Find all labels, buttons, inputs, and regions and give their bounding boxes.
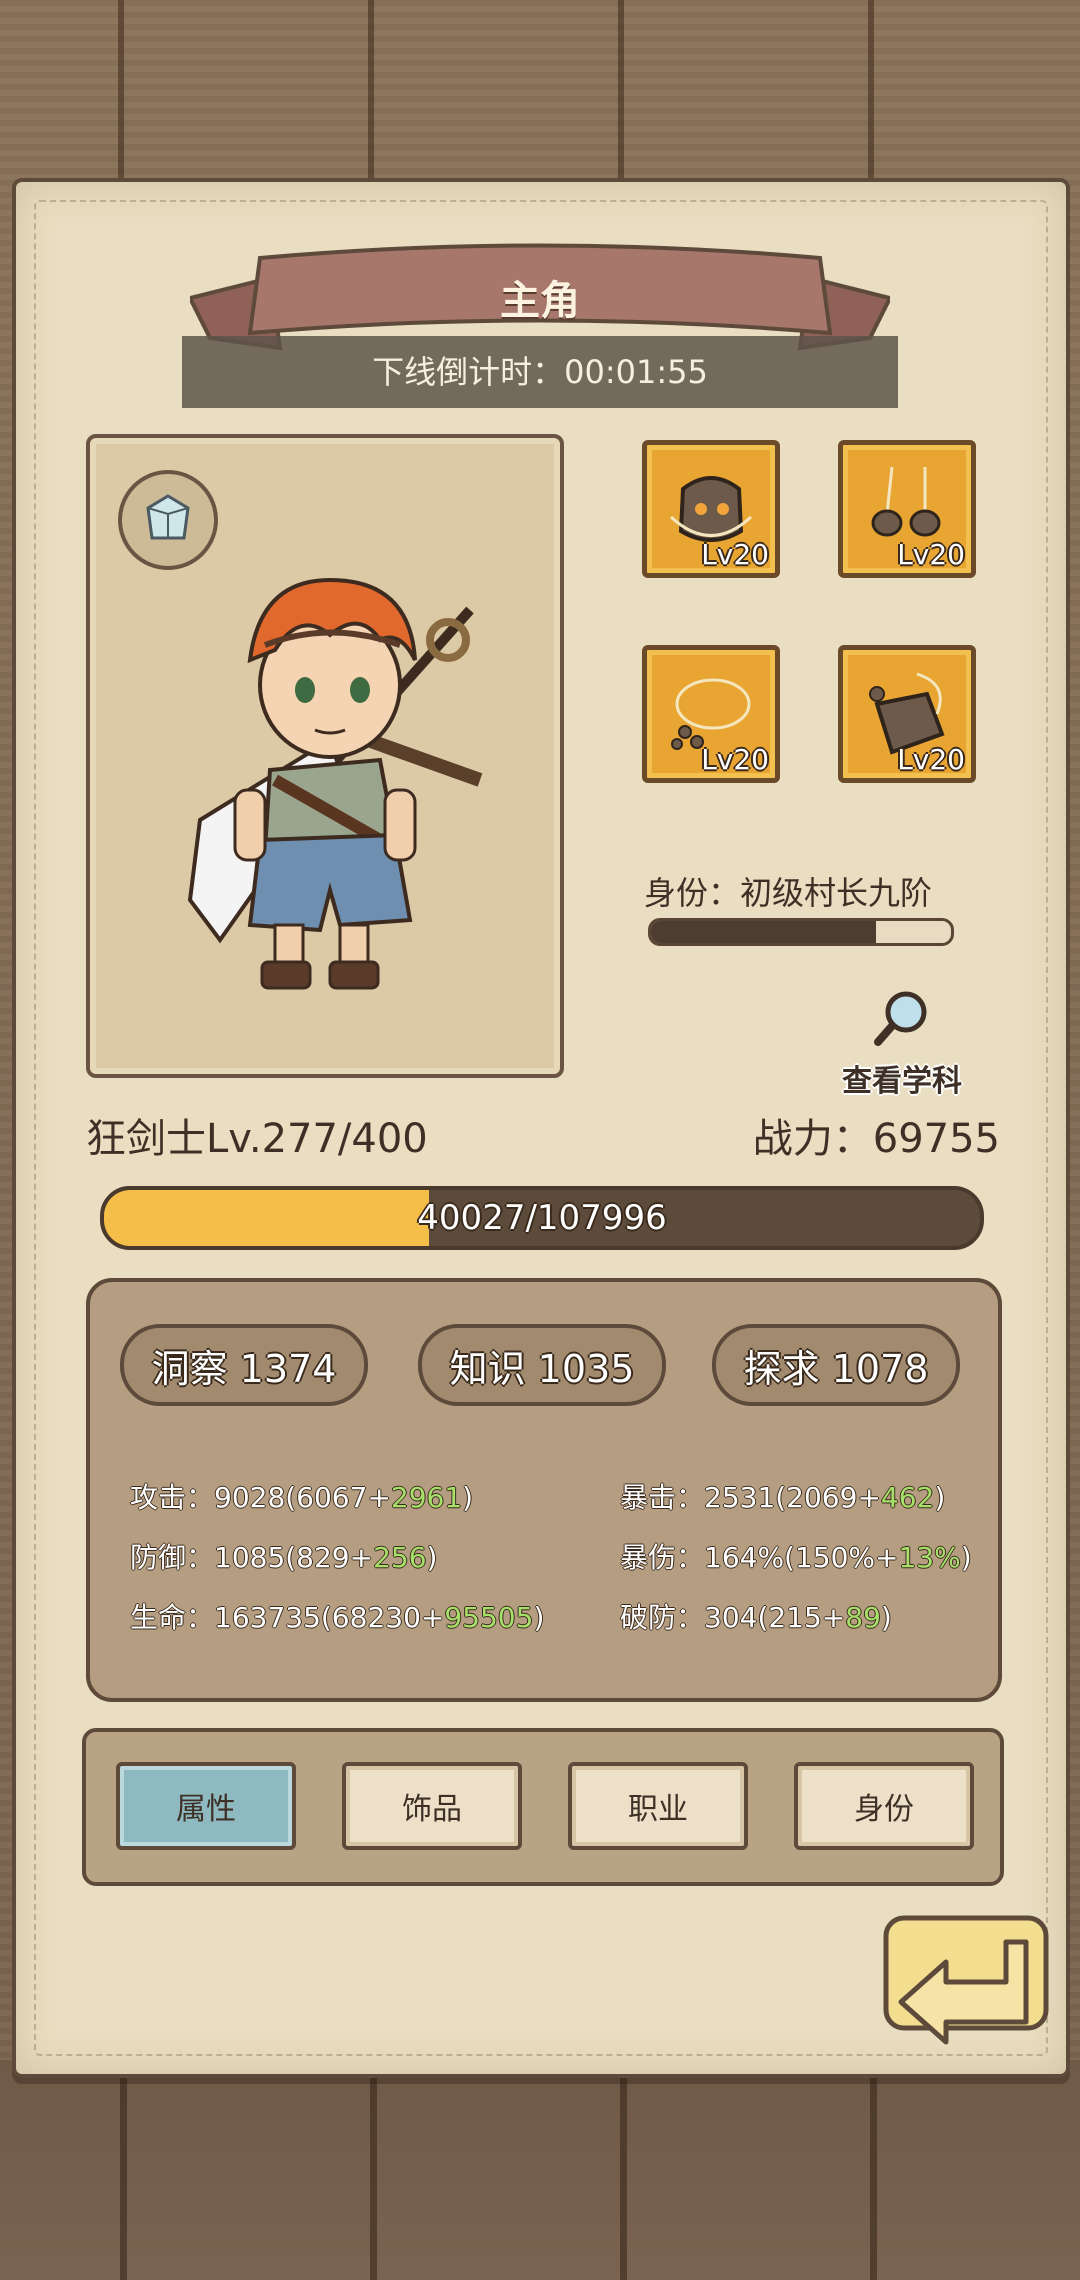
equip-slot-earring[interactable]: Lv20 <box>838 440 976 578</box>
back-button[interactable] <box>876 1912 1056 2076</box>
experience-text: 40027/107996 <box>417 1198 667 1238</box>
view-subject-label: 查看学科 <box>842 1064 962 1099</box>
knowledge-attribute: 知识 1035 <box>418 1324 666 1406</box>
tab-identity[interactable]: 身份 <box>794 1762 974 1850</box>
tab-accessories[interactable]: 饰品 <box>342 1762 522 1850</box>
insight-attribute: 洞察 1374 <box>120 1324 368 1406</box>
stat-attack: 攻击：9028(6067+2961) <box>130 1481 474 1514</box>
tab-attributes[interactable]: 属性 <box>116 1762 296 1850</box>
equip-level: Lv20 <box>897 538 965 571</box>
identity-label: 身份：初级村长九阶 <box>644 874 933 912</box>
wood-floor <box>0 2060 1080 2280</box>
view-subject-button[interactable]: 查看学科 <box>836 986 968 1100</box>
magnifier-icon <box>874 991 927 1046</box>
equip-slot-bracer[interactable]: Lv20 <box>838 645 976 783</box>
equip-level: Lv20 <box>897 743 965 776</box>
page-title: 主角 <box>500 278 580 324</box>
combat-power: 战力：69755 <box>752 1116 1000 1162</box>
equip-slot-helmet[interactable]: Lv20 <box>642 440 780 578</box>
equip-slot-necklace[interactable]: Lv20 <box>642 645 780 783</box>
identity-progress-fill <box>651 921 876 943</box>
hero-character-sprite <box>180 540 500 1014</box>
stat-pierce: 破防：304(215+89) <box>620 1601 892 1634</box>
experience-bar: 40027/107996 <box>100 1186 984 1250</box>
explore-attribute: 探求 1078 <box>712 1324 960 1406</box>
tab-profession[interactable]: 职业 <box>568 1762 748 1850</box>
stat-defense: 防御：1085(829+256) <box>130 1541 438 1574</box>
offline-countdown: 下线倒计时：00:01:55 <box>182 336 898 408</box>
back-arrow-icon <box>883 1915 1049 2045</box>
stat-hp: 生命：163735(68230+95505) <box>130 1601 545 1634</box>
equip-level: Lv20 <box>701 538 769 571</box>
class-level: 狂剑士Lv.277/400 <box>86 1116 428 1162</box>
stat-crit-damage: 暴伤：164%(150%+13%) <box>620 1541 972 1574</box>
identity-progress-bar <box>648 918 954 946</box>
stat-crit: 暴击：2531(2069+462) <box>620 1481 946 1514</box>
equip-level: Lv20 <box>701 743 769 776</box>
